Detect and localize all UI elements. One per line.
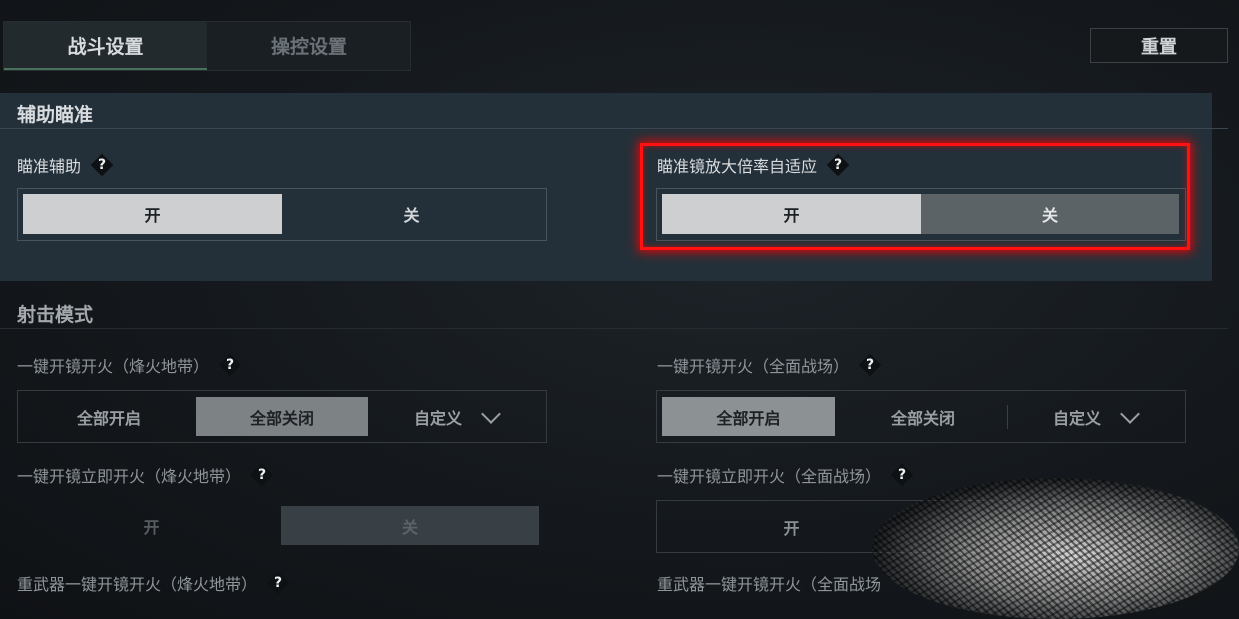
heavy-beacon-row: 重武器一键开镜开火（烽火地带） ? [17, 571, 289, 595]
help-icon[interactable]: ? [251, 464, 273, 486]
settings-tab-bar: 战斗设置 操控设置 [3, 21, 411, 71]
noise-texture [872, 478, 1239, 619]
help-icon[interactable]: ? [91, 154, 113, 176]
custom-label: 自定义 [413, 408, 462, 428]
highlight-box [640, 143, 1190, 250]
shooting-mode-title: 射击模式 [17, 304, 94, 326]
instant-fire-beacon-label: 一键开镜立即开火（烽火地带） [17, 467, 242, 486]
aim-assist-on-option[interactable]: 开 [23, 194, 282, 234]
all-off-option[interactable]: 全部关闭 [837, 397, 1009, 436]
tab-control-settings[interactable]: 操控设置 [208, 22, 410, 68]
aim-assist-row: 瞄准辅助 ? [17, 153, 113, 177]
instant-fire-beacon-row: 一键开镜立即开火（烽火地带） ? [17, 463, 273, 487]
assist-aim-title: 辅助瞄准 [17, 104, 94, 126]
scope-fire-beacon-label: 一键开镜开火（烽火地带） [17, 357, 210, 376]
instant-fire-on-option[interactable]: 开 [22, 506, 281, 545]
custom-dropdown[interactable]: 自定义 [1009, 397, 1181, 436]
help-icon[interactable]: ? [891, 464, 913, 486]
all-off-option[interactable]: 全部关闭 [196, 397, 368, 436]
all-on-option[interactable]: 全部开启 [22, 397, 196, 436]
instant-fire-beacon-toggle: 开 关 [17, 500, 545, 551]
help-icon[interactable]: ? [219, 354, 241, 376]
heavy-battlefield-row: 重武器一键开镜开火（全面战场 [657, 571, 881, 595]
assist-aim-divider [0, 128, 1228, 129]
scope-fire-beacon-selector: 全部开启 全部关闭 自定义 [17, 390, 547, 443]
heavy-beacon-label: 重武器一键开镜开火（烽火地带） [17, 575, 258, 594]
instant-fire-battlefield-label: 一键开镜立即开火（全面战场） [657, 467, 882, 486]
scope-fire-beacon-row: 一键开镜开火（烽火地带） ? [17, 353, 241, 377]
scope-fire-battlefield-selector: 全部开启 全部关闭 自定义 [656, 390, 1186, 443]
instant-fire-battlefield-row: 一键开镜立即开火（全面战场） ? [657, 463, 913, 487]
all-on-option[interactable]: 全部开启 [662, 397, 835, 436]
heavy-battlefield-label: 重武器一键开镜开火（全面战场 [657, 575, 882, 594]
help-icon[interactable]: ? [859, 354, 881, 376]
aim-assist-toggle: 开 关 [17, 188, 547, 241]
aim-assist-off-option[interactable]: 关 [282, 194, 541, 234]
shooting-mode-divider [0, 328, 1228, 329]
chevron-down-icon [1120, 403, 1140, 424]
chevron-down-icon [481, 403, 501, 424]
custom-dropdown[interactable]: 自定义 [370, 397, 542, 436]
reset-button[interactable]: 重置 [1090, 28, 1228, 63]
tab-combat-settings[interactable]: 战斗设置 [4, 22, 207, 70]
option-divider [1007, 405, 1008, 429]
help-icon[interactable]: ? [267, 572, 289, 594]
scope-fire-battlefield-label: 一键开镜开火（全面战场） [657, 357, 850, 376]
scope-fire-battlefield-row: 一键开镜开火（全面战场） ? [657, 353, 881, 377]
instant-fire-off-option[interactable]: 关 [281, 506, 539, 545]
custom-label: 自定义 [1052, 408, 1101, 428]
aim-assist-label: 瞄准辅助 [17, 157, 82, 176]
